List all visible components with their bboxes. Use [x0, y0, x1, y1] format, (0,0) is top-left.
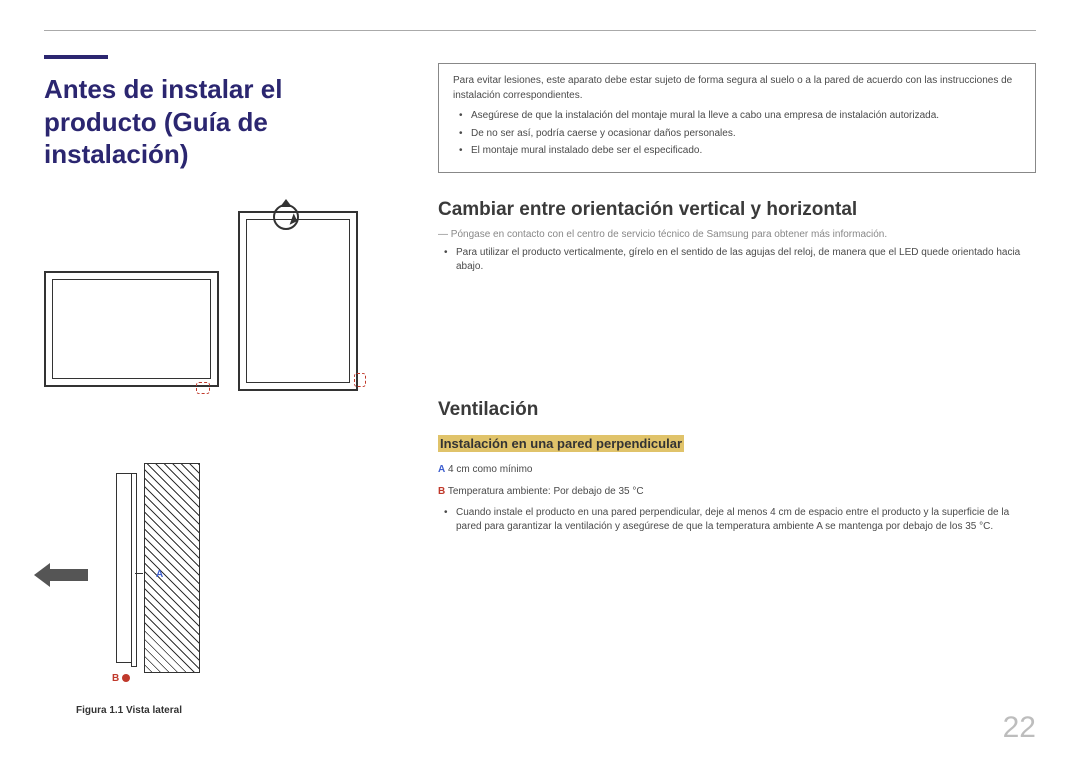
accent-bar	[44, 55, 108, 59]
ventilation-heading: Ventilación	[438, 399, 1036, 421]
panel-side-icon	[116, 473, 134, 663]
warning-intro: Para evitar lesiones, este aparato debe …	[453, 74, 1021, 103]
warning-box: Para evitar lesiones, este aparato debe …	[438, 63, 1036, 173]
led-marker-landscape	[196, 382, 210, 394]
arrow-left-icon	[34, 563, 94, 587]
page-title: Antes de instalar el producto (Guía de i…	[44, 73, 384, 171]
orientation-bullet: Para utilizar el producto verticalmente,…	[456, 246, 1036, 275]
right-column: Para evitar lesiones, este aparato debe …	[438, 55, 1036, 716]
device-landscape-icon	[44, 271, 219, 387]
ventilation-bullet: Cuando instale el producto en una pared …	[456, 506, 1036, 535]
legend-a: A 4 cm como mínimo	[438, 462, 1036, 478]
side-view-diagram: A B	[76, 463, 236, 697]
orientation-note: Póngase en contacto con el centro de ser…	[438, 229, 1036, 240]
legend-b: B Temperatura ambiente: Por debajo de 35…	[438, 484, 1036, 500]
left-column: Antes de instalar el producto (Guía de i…	[44, 55, 384, 716]
warning-item: El montaje mural instalado debe ser el e…	[471, 144, 1021, 159]
diagram-label-b: B	[112, 673, 130, 684]
figure-caption: Figura 1.1 Vista lateral	[76, 705, 384, 716]
ventilation-subheading: Instalación en una pared perpendicular	[438, 435, 684, 452]
orientation-heading: Cambiar entre orientación vertical y hor…	[438, 199, 1036, 221]
wall-icon	[144, 463, 200, 673]
warning-item: Asegúrese de que la instalación del mont…	[471, 109, 1021, 124]
led-marker-portrait	[354, 373, 366, 387]
top-rule	[44, 30, 1036, 31]
dot-icon	[122, 674, 130, 682]
device-portrait-icon	[238, 211, 358, 391]
page-number: 22	[1003, 711, 1036, 745]
orientation-diagram	[44, 193, 374, 423]
warning-item: De no ser así, podría caerse y ocasionar…	[471, 127, 1021, 142]
diagram-label-a: A	[156, 569, 163, 580]
